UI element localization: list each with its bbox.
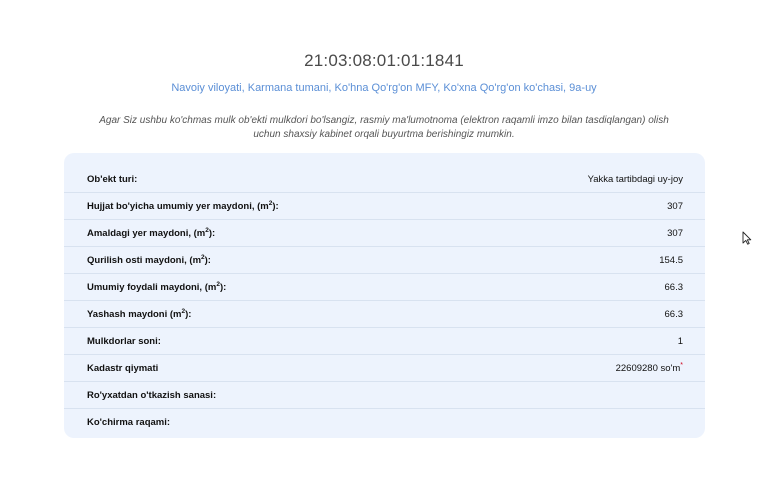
cadastral-value-value: 22609280 so'm* [615, 361, 683, 375]
owners-count-label: Mulkdorlar soni: [87, 335, 161, 347]
row-doc-area: Hujjat bo'yicha umumiy yer maydoni, (m2)… [64, 193, 705, 220]
address-link[interactable]: Navoiy viloyati, Karmana tumani, Ko'hna … [0, 82, 768, 94]
doc-area-label: Hujjat bo'yicha umumiy yer maydoni, (m2)… [87, 199, 279, 213]
row-owners-count: Mulkdorlar soni: 1 [64, 328, 705, 355]
row-registration-date: Ro'yxatdan o'tkazish sanasi: [64, 382, 705, 409]
asterisk-mark: * [680, 361, 683, 369]
object-type-label: Ob'ekt turi: [87, 173, 138, 185]
extract-number-label: Ko'chirma raqami: [87, 417, 171, 428]
cadastral-number: 21:03:08:01:01:1841 [304, 51, 464, 70]
cadastral-value-label: Kadastr qiymati [87, 362, 159, 374]
doc-area-value: 307 [667, 200, 683, 212]
row-actual-area: Amaldagi yer maydoni, (m2): 307 [64, 220, 705, 247]
property-details-card: Ob'ekt turi: Yakka tartibdagi uy-joy Huj… [64, 153, 705, 438]
useful-area-label: Umumiy foydali maydoni, (m2): [87, 280, 227, 294]
built-area-label: Qurilish osti maydoni, (m2): [87, 253, 211, 267]
actual-area-label: Amaldagi yer maydoni, (m2): [87, 226, 216, 240]
owner-notice: Agar Siz ushbu ko'chmas mulk ob'ekti mul… [99, 115, 669, 140]
object-type-value: Yakka tartibdagi uy-joy [587, 173, 683, 185]
living-area-label: Yashash maydoni (m2): [87, 307, 192, 321]
living-area-value: 66.3 [664, 308, 684, 320]
row-useful-area: Umumiy foydali maydoni, (m2): 66.3 [64, 274, 705, 301]
row-built-area: Qurilish osti maydoni, (m2): 154.5 [64, 247, 705, 274]
useful-area-value: 66.3 [664, 281, 684, 293]
registration-date-label: Ro'yxatdan o'tkazish sanasi: [87, 389, 217, 401]
row-cadastral-value: Kadastr qiymati 22609280 so'm* [64, 355, 705, 382]
row-living-area: Yashash maydoni (m2): 66.3 [64, 301, 705, 328]
actual-area-value: 307 [667, 227, 683, 239]
row-extract-number: Ko'chirma raqami: [64, 409, 705, 436]
built-area-value: 154.5 [659, 254, 683, 266]
mouse-pointer-icon [742, 231, 752, 245]
row-object-type: Ob'ekt turi: Yakka tartibdagi uy-joy [64, 166, 705, 193]
owners-count-value: 1 [677, 335, 683, 347]
